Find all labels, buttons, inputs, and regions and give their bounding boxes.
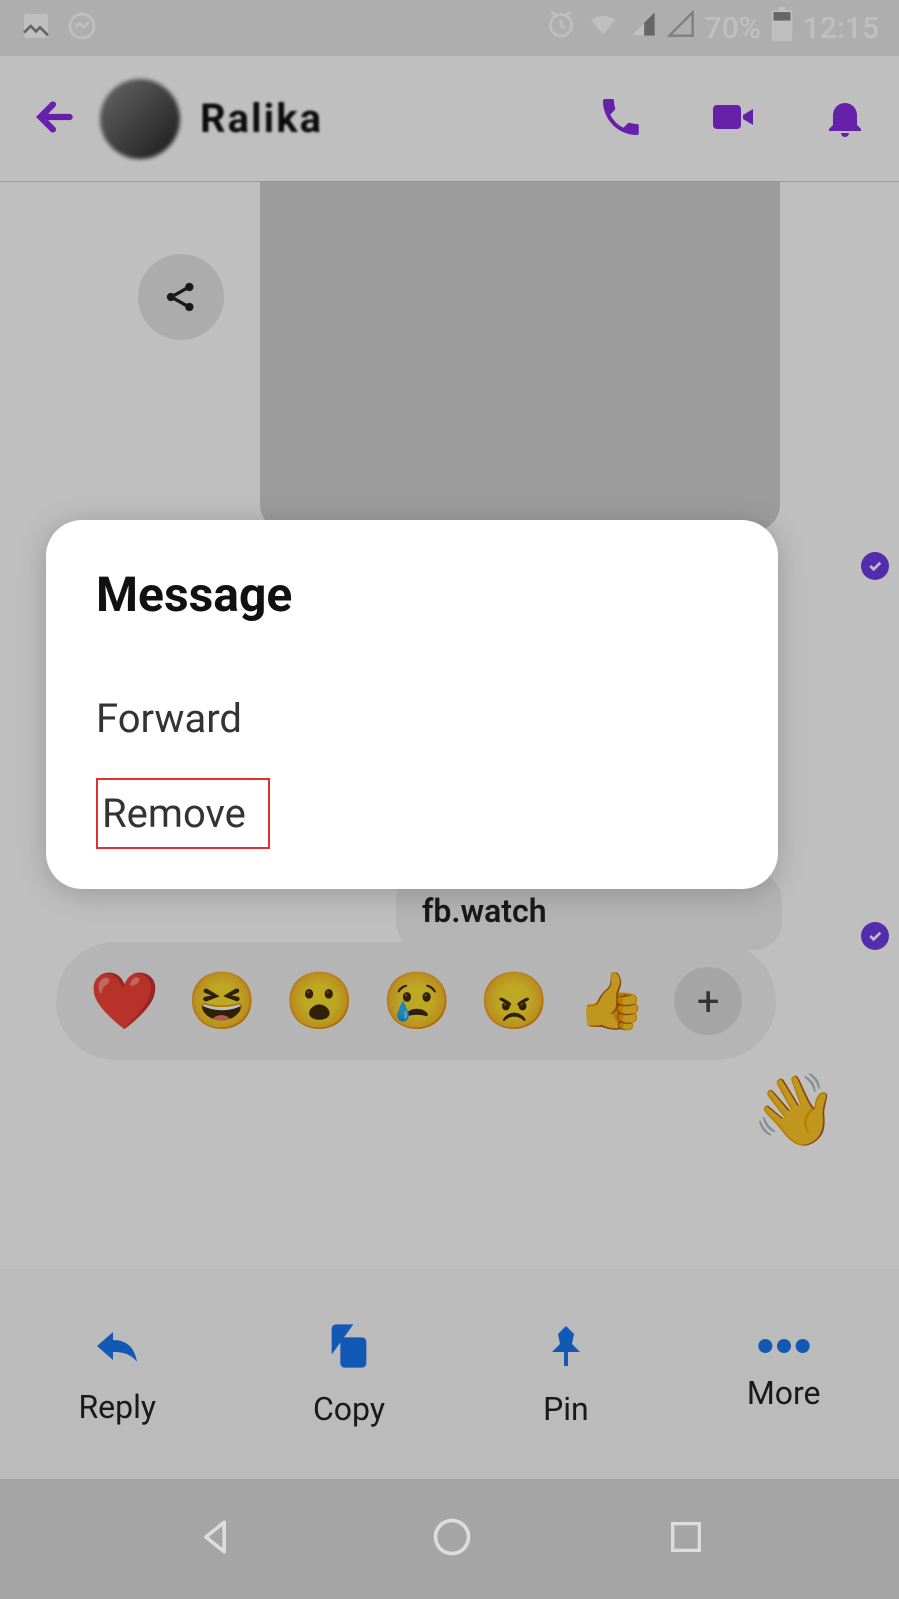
message-options-dialog: Message Forward Remove [46, 520, 778, 889]
nav-back-icon[interactable] [193, 1515, 237, 1563]
remove-option-highlight: Remove [96, 778, 270, 849]
android-nav-bar [0, 1479, 899, 1599]
remove-option[interactable]: Remove [102, 790, 246, 837]
nav-recent-icon[interactable] [666, 1517, 706, 1561]
dialog-title: Message [96, 566, 728, 623]
nav-home-icon[interactable] [430, 1515, 474, 1563]
forward-option[interactable]: Forward [96, 673, 728, 764]
